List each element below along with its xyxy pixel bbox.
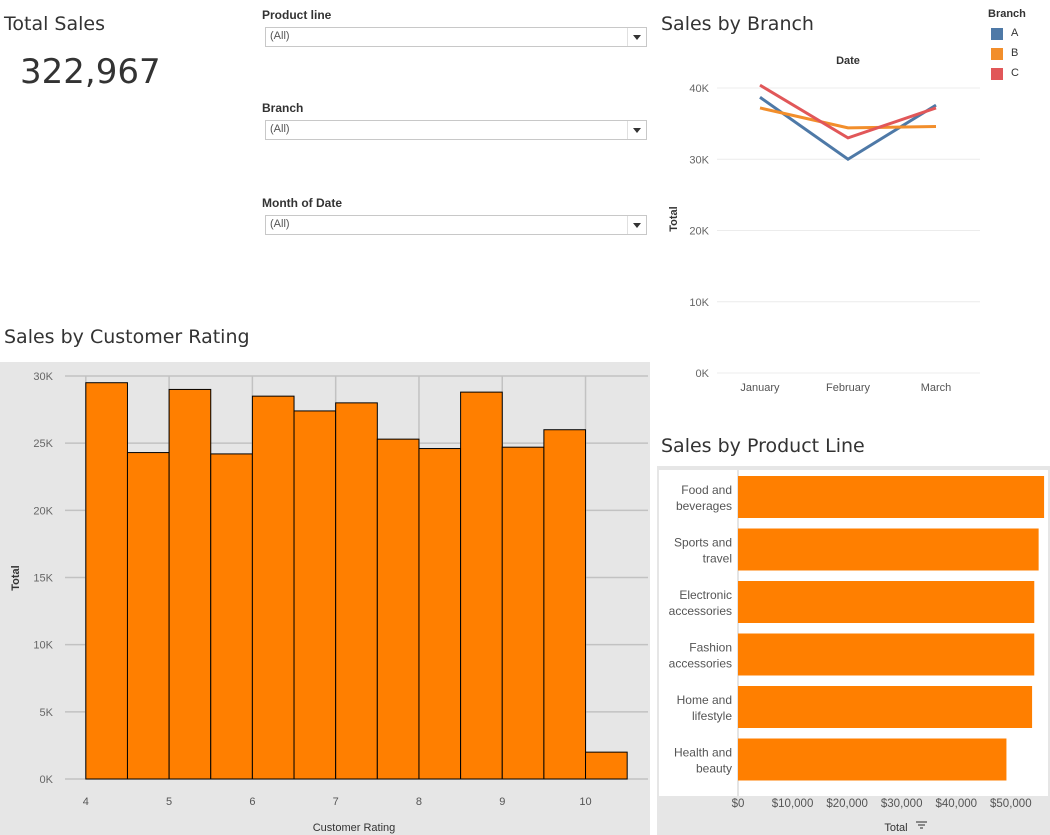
legend-swatch-b <box>991 48 1003 60</box>
product-category-label-line: beverages <box>676 499 732 513</box>
histogram-bar <box>418 448 462 780</box>
filter-month-value: (All) <box>270 218 290 230</box>
product-bar <box>738 528 1039 571</box>
legend-label-b: B <box>1011 47 1019 59</box>
chevron-down-icon[interactable] <box>627 216 646 234</box>
x-tick-label: $0 <box>732 798 745 810</box>
histogram-bar <box>585 751 628 780</box>
product-category-label-line: accessories <box>669 604 732 618</box>
histogram-bar <box>460 391 503 780</box>
rating-chart-title: Sales by Customer Rating <box>4 326 250 348</box>
branch-chart-title: Sales by Branch <box>661 13 814 35</box>
product-category-label-line: Health and <box>674 746 732 760</box>
legend-swatch-a <box>991 28 1003 40</box>
legend-label-a: A <box>1011 27 1019 39</box>
product-category-label-line: Food and <box>681 483 732 497</box>
x-tick-label: March <box>921 382 952 394</box>
histogram-bar <box>501 446 545 780</box>
total-sales-value: 322,967 <box>20 52 161 92</box>
filter-branch-value: (All) <box>270 123 290 135</box>
product-category-label-line: accessories <box>669 657 732 671</box>
product-x-axis-label: Total <box>884 822 907 834</box>
y-tick-label: 25K <box>33 438 53 450</box>
product-bar <box>738 738 1007 781</box>
filter-month-dropdown[interactable]: (All) <box>265 215 647 235</box>
rating-y-axis-label: Total <box>10 565 22 590</box>
y-tick-label: 20K <box>33 505 53 517</box>
branch-line-chart[interactable]: Date 0K 10K 20K 30K 40K Total January February Ma… <box>655 45 985 405</box>
legend-label-c: C <box>1011 67 1019 79</box>
y-tick-label: 40K <box>689 83 709 95</box>
chevron-down-icon[interactable] <box>627 121 646 139</box>
histogram-bar <box>376 438 420 780</box>
x-tick-label: $20,000 <box>826 798 868 810</box>
histogram-bar <box>293 410 337 780</box>
branch-legend-title: Branch <box>988 8 1026 20</box>
product-bar <box>738 686 1033 728</box>
product-category-label-line: Electronic <box>679 588 732 602</box>
branch-header-date: Date <box>836 55 860 67</box>
y-tick-label: 20K <box>689 226 709 238</box>
branch-y-axis-label: Total <box>668 206 680 231</box>
total-sales-title: Total Sales <box>4 13 105 35</box>
x-tick-label: 4 <box>83 796 89 808</box>
series-line-c <box>759 83 937 140</box>
histogram-bar <box>335 402 378 780</box>
x-tick-label: $10,000 <box>772 798 814 810</box>
product-bar <box>738 633 1035 676</box>
legend-swatch-c <box>991 68 1003 80</box>
y-tick-label: 10K <box>689 297 709 309</box>
rating-histogram[interactable]: 0K 5K 10K 15K 20K 25K 30K 4 5 6 7 8 9 10 Customer Rati… <box>0 362 650 835</box>
x-tick-label: $40,000 <box>935 798 977 810</box>
product-bar <box>738 476 1045 518</box>
product-bar <box>738 581 1035 623</box>
x-tick-label: 8 <box>416 796 422 808</box>
product-category-label-line: lifestyle <box>692 709 732 723</box>
product-chart-title: Sales by Product Line <box>661 435 865 457</box>
histogram-bar <box>126 452 170 780</box>
filter-branch-dropdown[interactable]: (All) <box>265 120 647 140</box>
y-tick-label: 30K <box>33 371 53 383</box>
histogram-bar <box>168 388 212 780</box>
x-tick-label: January <box>740 382 780 394</box>
product-category-label-line: beauty <box>696 762 732 776</box>
x-tick-label: 9 <box>499 796 505 808</box>
y-tick-label: 15K <box>33 573 53 585</box>
product-bar-chart[interactable]: Food and beverages Sports and travel Electro… <box>657 466 1050 835</box>
x-tick-label: 5 <box>166 796 172 808</box>
rating-x-axis-label: Customer Rating <box>313 822 396 834</box>
x-tick-label: $50,000 <box>990 798 1032 810</box>
histogram-bar <box>543 429 587 780</box>
filter-product-line-label: Product line <box>262 8 332 22</box>
x-tick-label: 7 <box>333 796 339 808</box>
chevron-down-icon[interactable] <box>627 28 646 46</box>
product-category-label-line: Fashion <box>689 641 732 655</box>
histogram-bar <box>210 453 253 780</box>
histogram-bar <box>251 395 295 780</box>
y-tick-label: 10K <box>33 640 53 652</box>
y-tick-label: 0K <box>696 368 710 380</box>
filter-product-line-dropdown[interactable]: (All) <box>265 27 647 47</box>
product-category-label-line: travel <box>703 552 732 566</box>
y-tick-label: 30K <box>689 154 709 166</box>
filter-product-line-value: (All) <box>270 30 290 42</box>
x-tick-label: 10 <box>579 796 591 808</box>
x-tick-label: $30,000 <box>881 798 923 810</box>
product-category-label-line: Sports and <box>674 536 732 550</box>
y-tick-label: 0K <box>40 774 54 786</box>
histogram-bar <box>85 382 128 780</box>
x-tick-label: 6 <box>249 796 255 808</box>
x-tick-label: February <box>826 382 871 394</box>
y-tick-label: 5K <box>40 707 54 719</box>
filter-month-label: Month of Date <box>262 196 342 210</box>
product-category-label-line: Home and <box>677 693 732 707</box>
filter-branch-label: Branch <box>262 101 304 115</box>
